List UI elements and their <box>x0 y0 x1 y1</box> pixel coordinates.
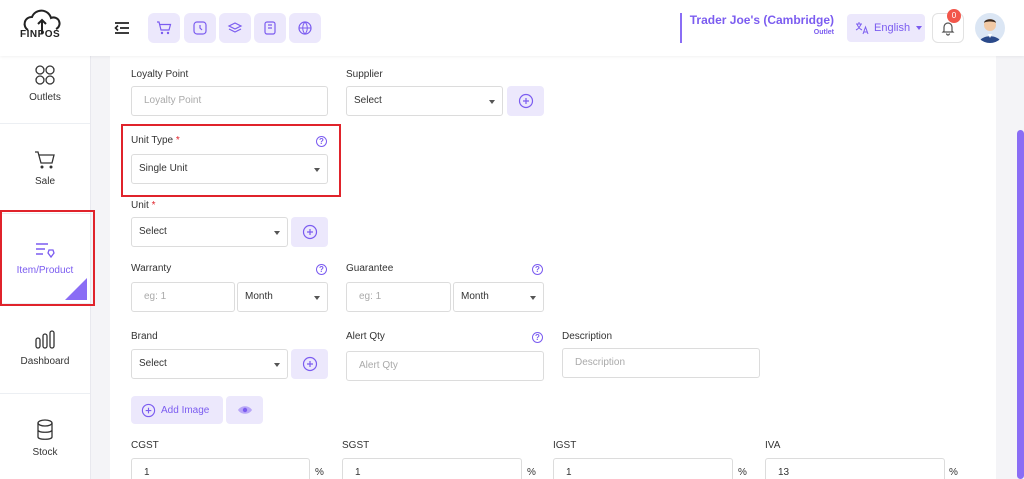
quick-cart-button[interactable] <box>148 13 180 43</box>
sgst-label: SGST <box>342 440 370 451</box>
book-icon <box>264 21 276 35</box>
outlet-name: Trader Joe's (Cambridge) <box>689 13 834 27</box>
outlet-subtitle: Outlet <box>813 29 834 36</box>
outlet-selector[interactable]: Trader Joe's (Cambridge) Outlet <box>679 13 834 43</box>
top-header: FINPOS Trader Joe's (Cambridge) Outlet E… <box>0 0 1024 56</box>
translate-icon <box>855 22 869 35</box>
warranty-label: Warranty <box>131 263 172 274</box>
plus-circle-icon <box>302 224 317 240</box>
loyalty-point-label: Loyalty Point <box>131 69 189 80</box>
description-input[interactable]: Description <box>562 348 760 378</box>
cart-icon <box>157 21 172 35</box>
supplier-select[interactable]: Select <box>346 86 503 116</box>
required-marker: * <box>151 200 156 211</box>
alert-qty-label: Alert Qty <box>346 331 385 342</box>
required-marker: * <box>175 135 180 146</box>
description-label: Description <box>562 331 613 342</box>
unit-label: Unit * <box>131 200 155 211</box>
quick-clock-button[interactable] <box>184 13 216 43</box>
warranty-period-select[interactable]: Month <box>237 282 328 312</box>
cgst-label: CGST <box>131 440 159 451</box>
cloud-logo-icon <box>23 9 61 34</box>
sidebar-item-label: Dashboard <box>20 356 70 367</box>
guarantee-input[interactable]: eg: 1 <box>346 282 451 312</box>
help-icon[interactable]: ? <box>532 332 543 343</box>
quick-globe-button[interactable] <box>289 13 321 43</box>
eye-icon <box>237 406 252 414</box>
clock-icon <box>193 21 207 35</box>
plus-circle-icon <box>518 93 533 109</box>
guarantee-period-select[interactable]: Month <box>453 282 544 312</box>
igst-label: IGST <box>553 440 577 451</box>
logo-text: FINPOS <box>20 29 61 40</box>
add-supplier-button[interactable] <box>507 86 544 116</box>
layers-icon <box>227 22 243 33</box>
grid-icon <box>35 65 55 85</box>
scrollbar-thumb[interactable] <box>1017 130 1024 479</box>
quick-book-button[interactable] <box>254 13 286 43</box>
add-unit-button[interactable] <box>291 217 328 247</box>
sidebar-item-label: Stock <box>32 447 58 458</box>
unit-type-label-text: Unit Type <box>131 135 174 146</box>
brand-label: Brand <box>131 331 158 342</box>
add-brand-button[interactable] <box>291 349 328 379</box>
database-icon <box>37 419 53 440</box>
language-label: English <box>874 22 911 34</box>
sidebar-item-label: Sale <box>34 176 55 187</box>
percent-suffix: % <box>527 467 536 478</box>
add-image-button[interactable]: Add Image <box>131 396 223 424</box>
loyalty-point-input[interactable]: Loyalty Point <box>131 86 328 116</box>
cart-icon <box>35 151 55 169</box>
sgst-input[interactable]: 1 <box>342 458 522 479</box>
sidebar-item-sale[interactable]: Sale <box>0 124 90 214</box>
chevron-down-icon <box>916 26 923 30</box>
percent-suffix: % <box>315 467 324 478</box>
iva-label: IVA <box>765 440 781 451</box>
notification-badge: 0 <box>947 9 961 23</box>
highlight-box <box>0 210 95 306</box>
iva-input[interactable]: 13 <box>765 458 945 479</box>
preview-image-button[interactable] <box>226 396 263 424</box>
help-icon[interactable]: ? <box>316 136 327 147</box>
percent-suffix: % <box>949 467 958 478</box>
user-avatar[interactable] <box>975 13 1005 43</box>
guarantee-label: Guarantee <box>346 263 394 274</box>
unit-label-text: Unit <box>131 200 149 211</box>
plus-circle-icon <box>302 356 317 372</box>
sidebar-item-dashboard[interactable]: Dashboard <box>0 304 90 394</box>
globe-icon <box>298 21 312 35</box>
help-icon[interactable]: ? <box>316 264 327 275</box>
brand-select[interactable]: Select <box>131 349 288 379</box>
warranty-input[interactable]: eg: 1 <box>131 282 235 312</box>
sidebar-item-label: Outlets <box>29 92 61 103</box>
plus-circle-icon <box>141 403 156 417</box>
collapse-menu-icon[interactable] <box>112 18 132 38</box>
language-select[interactable]: English <box>847 14 925 42</box>
quick-layers-button[interactable] <box>219 13 251 43</box>
unit-type-label: Unit Type * <box>131 135 180 146</box>
sidebar-item-stock[interactable]: Stock <box>0 394 90 479</box>
alert-qty-input[interactable]: Alert Qty <box>346 351 544 381</box>
igst-input[interactable]: 1 <box>553 458 733 479</box>
cgst-input[interactable]: 1 <box>131 458 310 479</box>
avatar-icon <box>979 19 1001 43</box>
unit-type-select[interactable]: Single Unit <box>131 154 328 184</box>
percent-suffix: % <box>738 467 747 478</box>
bar-chart-icon <box>35 330 55 349</box>
help-icon[interactable]: ? <box>532 264 543 275</box>
add-image-label: Add Image <box>161 404 210 416</box>
supplier-label: Supplier <box>346 69 383 80</box>
unit-select[interactable]: Select <box>131 217 288 247</box>
